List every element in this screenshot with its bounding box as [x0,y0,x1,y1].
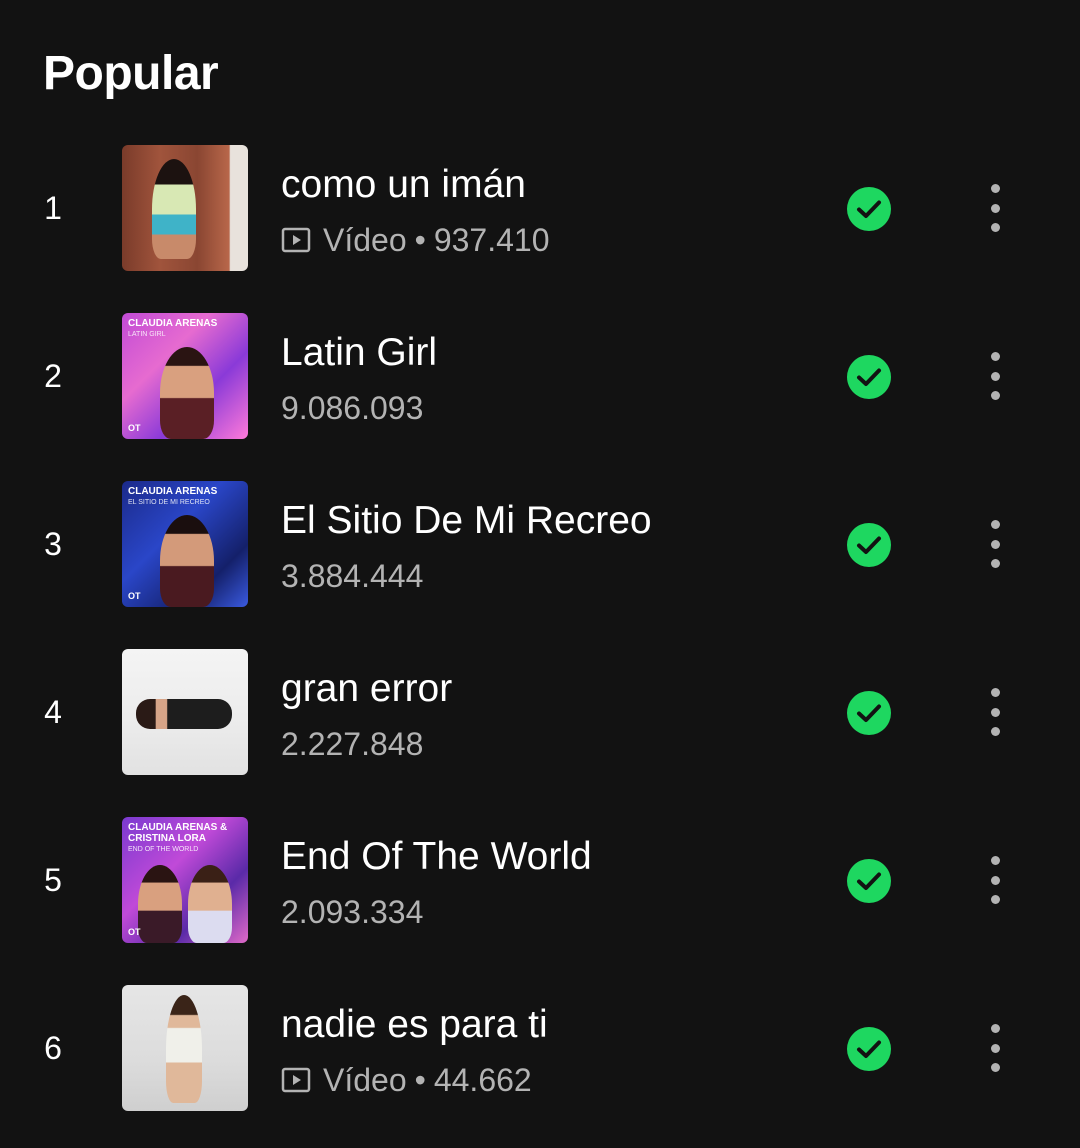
more-dot-icon [990,895,1000,904]
more-dot-icon [990,727,1000,736]
play-count: 2.227.848 [281,726,424,762]
track-meta: 2.227.848 [281,724,423,764]
track-title: El Sitio De Mi Recreo [281,499,652,542]
more-dot-icon [990,539,1000,549]
track-number: 6 [44,1030,62,1066]
meta-separator: • [414,1062,426,1098]
more-options-button[interactable] [975,1020,1015,1076]
play-count: 937.410 [433,222,550,258]
track-meta: 3.884.444 [281,556,423,596]
cover-badge: OT [128,927,141,937]
more-dot-icon [990,520,1000,529]
album-cover [122,985,248,1111]
cover-figure [166,995,202,1103]
cover-artist-text: CLAUDIA ARENAS EL SITIO DE MI RECREO [128,486,218,506]
track-row[interactable]: 6 nadie es para ti Vídeo • 44.662 [0,980,1080,1148]
track-title: End Of The World [281,835,592,878]
album-cover [122,145,248,271]
cover-artist-text: CLAUDIA ARENAS LATIN GIRL [128,318,218,338]
track-number: 4 [44,694,62,730]
track-row[interactable]: 2 CLAUDIA ARENAS LATIN GIRL OT Latin Gir… [0,308,1080,476]
more-dot-icon [990,688,1000,697]
track-meta: Vídeo • 937.410 [281,220,550,260]
more-options-button[interactable] [975,348,1015,404]
downloaded-check-icon [847,523,891,567]
play-count: 44.662 [433,1062,532,1098]
track-title: nadie es para ti [281,1003,548,1046]
more-dot-icon [990,1024,1000,1033]
track-title: Latin Girl [281,331,438,374]
track-row[interactable]: 3 CLAUDIA ARENAS EL SITIO DE MI RECREO O… [0,476,1080,644]
downloaded-check-icon [847,187,891,231]
album-cover [122,649,248,775]
track-row[interactable]: 1 como un imán Vídeo • 937.410 [0,140,1080,308]
cover-figure [138,865,182,943]
downloaded-check-icon [847,1027,891,1071]
play-count: 3.884.444 [281,558,424,594]
track-number: 5 [44,862,62,898]
more-dot-icon [990,223,1000,232]
more-dot-icon [990,875,1000,885]
cover-figure [152,159,196,259]
track-number: 1 [44,190,62,226]
section-title: Popular [43,47,219,100]
track-row[interactable]: 5 CLAUDIA ARENAS & CRISTINA LORA END OF … [0,812,1080,980]
cover-figure [160,515,214,607]
more-dot-icon [990,1043,1000,1053]
more-dot-icon [990,1063,1000,1072]
track-meta: 2.093.334 [281,892,423,932]
more-dot-icon [990,184,1000,193]
more-options-button[interactable] [975,684,1015,740]
more-options-button[interactable] [975,180,1015,236]
track-number: 3 [44,526,62,562]
play-count: 9.086.093 [281,390,424,426]
track-number: 2 [44,358,62,394]
album-cover: CLAUDIA ARENAS & CRISTINA LORA END OF TH… [122,817,248,943]
more-dot-icon [990,559,1000,568]
more-options-button[interactable] [975,516,1015,572]
cover-figure [188,865,232,943]
video-icon [281,1067,311,1093]
play-count: 2.093.334 [281,894,424,930]
cover-figure [160,347,214,439]
downloaded-check-icon [847,355,891,399]
downloaded-check-icon [847,691,891,735]
more-dot-icon [990,391,1000,400]
track-meta: Vídeo • 44.662 [281,1060,532,1100]
more-dot-icon [990,203,1000,213]
video-icon [281,227,311,253]
track-meta: 9.086.093 [281,388,423,428]
more-dot-icon [990,371,1000,381]
more-options-button[interactable] [975,852,1015,908]
more-dot-icon [990,352,1000,361]
track-title: como un imán [281,163,526,206]
video-label: Vídeo [323,222,407,258]
more-dot-icon [990,707,1000,717]
cover-badge: OT [128,591,141,601]
cover-artist-text: CLAUDIA ARENAS & CRISTINA LORA END OF TH… [128,822,228,853]
downloaded-check-icon [847,859,891,903]
meta-separator: • [414,222,426,258]
video-label: Vídeo [323,1062,407,1098]
track-title: gran error [281,667,453,710]
album-cover: CLAUDIA ARENAS LATIN GIRL OT [122,313,248,439]
cover-figure [136,699,232,729]
cover-badge: OT [128,423,141,433]
album-cover: CLAUDIA ARENAS EL SITIO DE MI RECREO OT [122,481,248,607]
track-row[interactable]: 4 gran error 2.227.848 [0,644,1080,812]
more-dot-icon [990,856,1000,865]
track-list: 1 como un imán Vídeo • 937.410 2 CLAUDIA… [0,140,1080,1148]
